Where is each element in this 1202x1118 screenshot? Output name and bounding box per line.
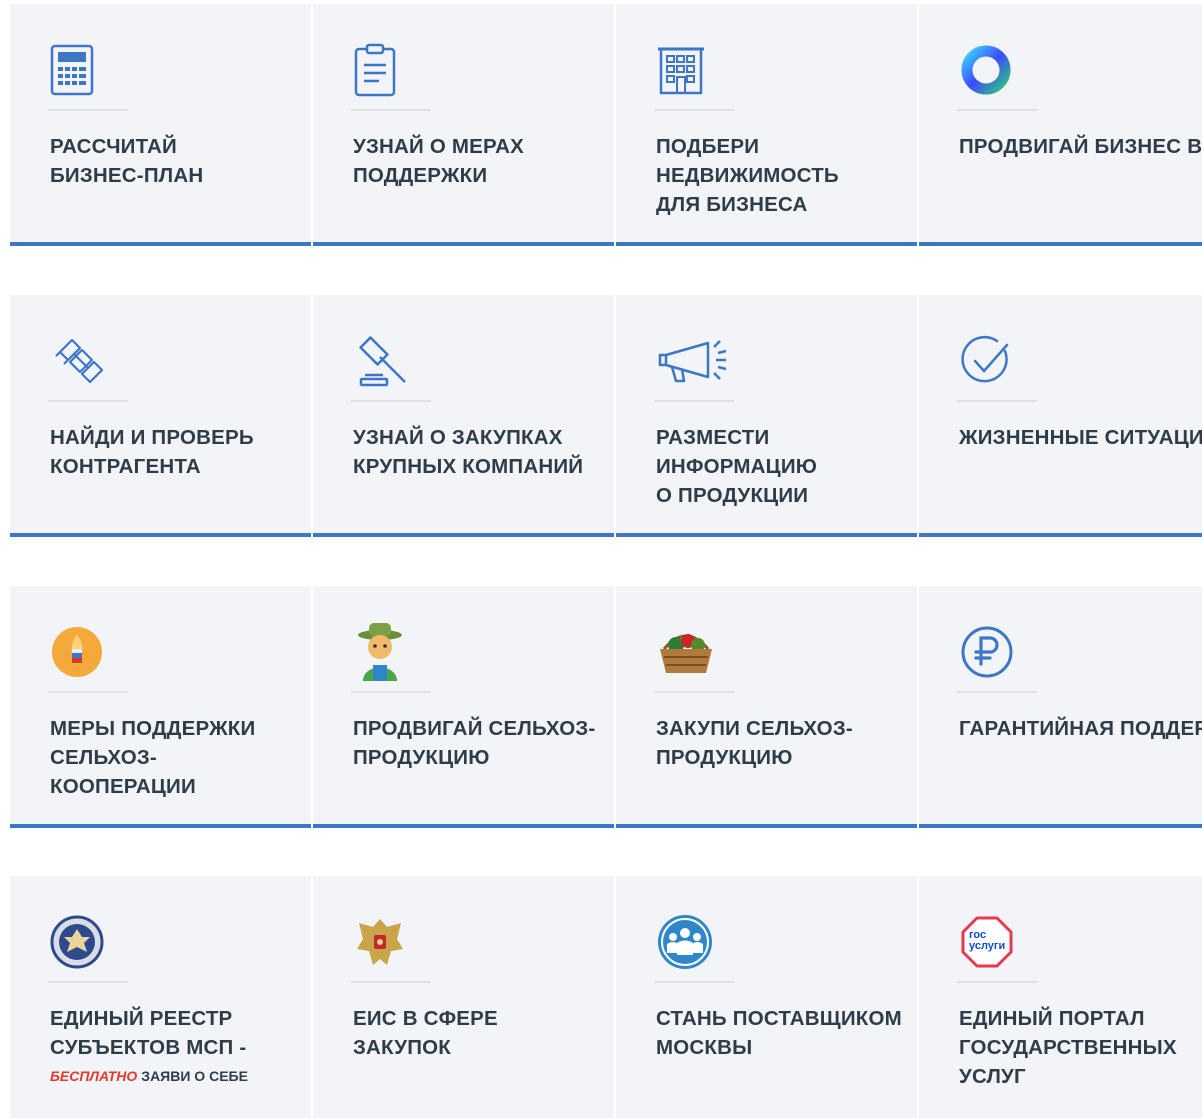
tile-real-estate[interactable]: Подбери недвижимость для бизнеса [616,4,917,246]
clipboard-icon [353,40,433,100]
services-row: Рассчитай бизнес-план Узнай о мерах подд… [10,4,1202,246]
tile-business-plan[interactable]: Рассчитай бизнес-план [10,4,311,246]
tile-guarantee-support[interactable]: Гарантийная поддержка субъектов МСП [919,586,1202,828]
divider [957,109,1037,111]
basket-icon [656,622,736,682]
people-circle-icon [656,912,736,972]
tile-gosuslugi[interactable]: гос услуги Единый портал государственных … [919,876,1202,1118]
megaphone-icon [656,331,736,391]
tile-label: Найди и проверь контрагента [50,426,254,478]
coat-of-arms-icon [353,912,433,972]
divider [48,109,128,111]
tile-eis-procurement[interactable]: ЕИС в сфере закупок [313,876,614,1118]
divider [654,400,734,402]
services-row: Найди и проверь контрагента Узнай о заку… [10,295,1202,537]
tile-label: ЕИС в сфере закупок [353,1007,498,1059]
tile-check-counterparty[interactable]: Найди и проверь контрагента [10,295,311,537]
building-icon [656,40,736,100]
tile-promote-online[interactable]: Продвигай бизнес в интернете [919,4,1202,246]
tile-buy-agri[interactable]: Закупи сельхоз- продукцию [616,586,917,828]
tile-label: Жизненные ситуации [959,426,1202,449]
services-row: Единый реестр субъектов МСП - БЕСПЛАТНО З… [10,876,1202,1118]
registry-note[interactable]: БЕСПЛАТНО ЗАЯВИ О СЕБЕ [50,1068,248,1084]
tile-moscow-supplier[interactable]: Стань поставщиком Москвы [616,876,917,1118]
tile-label: Узнай о закупках крупных компаний [353,426,584,478]
gosuslugi-icon: гос услуги [959,912,1039,972]
divider [48,981,128,983]
tile-product-info[interactable]: Размести информацию о продукции [616,295,917,537]
tile-life-situations[interactable]: Жизненные ситуации [919,295,1202,537]
divider [48,400,128,402]
binoculars-icon [50,331,130,391]
divider [351,109,431,111]
tile-label: Размести информацию о продукции [656,426,818,507]
calculator-icon [50,40,130,100]
tile-promote-agri[interactable]: Продвигай сельхоз- продукцию [313,586,614,828]
tile-label: Гарантийная поддержка субъектов МСП [959,717,1202,740]
divider [654,981,734,983]
tile-label: Стань поставщиком Москвы [656,1007,902,1059]
free-highlight: БЕСПЛАТНО [50,1068,138,1084]
divider [654,691,734,693]
check-circle-icon [959,331,1039,391]
tax-emblem-icon [50,912,130,972]
tile-support-measures[interactable]: Узнай о мерах поддержки [313,4,614,246]
ruble-icon [959,622,1039,682]
tile-agri-cooperation[interactable]: Меры поддержки сельхоз- кооперации [10,586,311,828]
services-grid: Рассчитай бизнес-план Узнай о мерах подд… [0,0,1202,1118]
divider [351,400,431,402]
divider [351,691,431,693]
tile-label: Единый портал государственных услуг [959,1007,1177,1088]
divider [351,981,431,983]
farmer-icon [353,622,433,682]
divider [957,981,1037,983]
tile-procurement-large[interactable]: Узнай о закупках крупных компаний [313,295,614,537]
note-text: ЗАЯВИ О СЕБЕ [141,1068,248,1084]
tile-label: Единый реестр субъектов МСП - [50,1007,247,1059]
wheat-emblem-icon [50,622,130,682]
tile-label: Продвигай сельхоз- продукцию [353,717,596,769]
ring-logo-icon [959,40,1039,100]
divider [48,691,128,693]
gavel-icon [353,331,433,391]
tile-label: Узнай о мерах поддержки [353,135,524,187]
tile-sme-registry[interactable]: Единый реестр субъектов МСП - БЕСПЛАТНО З… [10,876,311,1118]
tile-label: Меры поддержки сельхоз- кооперации [50,717,256,798]
tile-label: Закупи сельхоз- продукцию [656,717,853,769]
tile-label: Продвигай бизнес в интернете [959,135,1202,158]
divider [654,109,734,111]
tile-label: Подбери недвижимость для бизнеса [656,135,839,216]
divider [957,400,1037,402]
services-row: Меры поддержки сельхоз- кооперации Продв… [10,586,1202,828]
tile-label: Рассчитай бизнес-план [50,135,204,187]
divider [957,691,1037,693]
svg-text:услуги: услуги [969,940,1005,952]
